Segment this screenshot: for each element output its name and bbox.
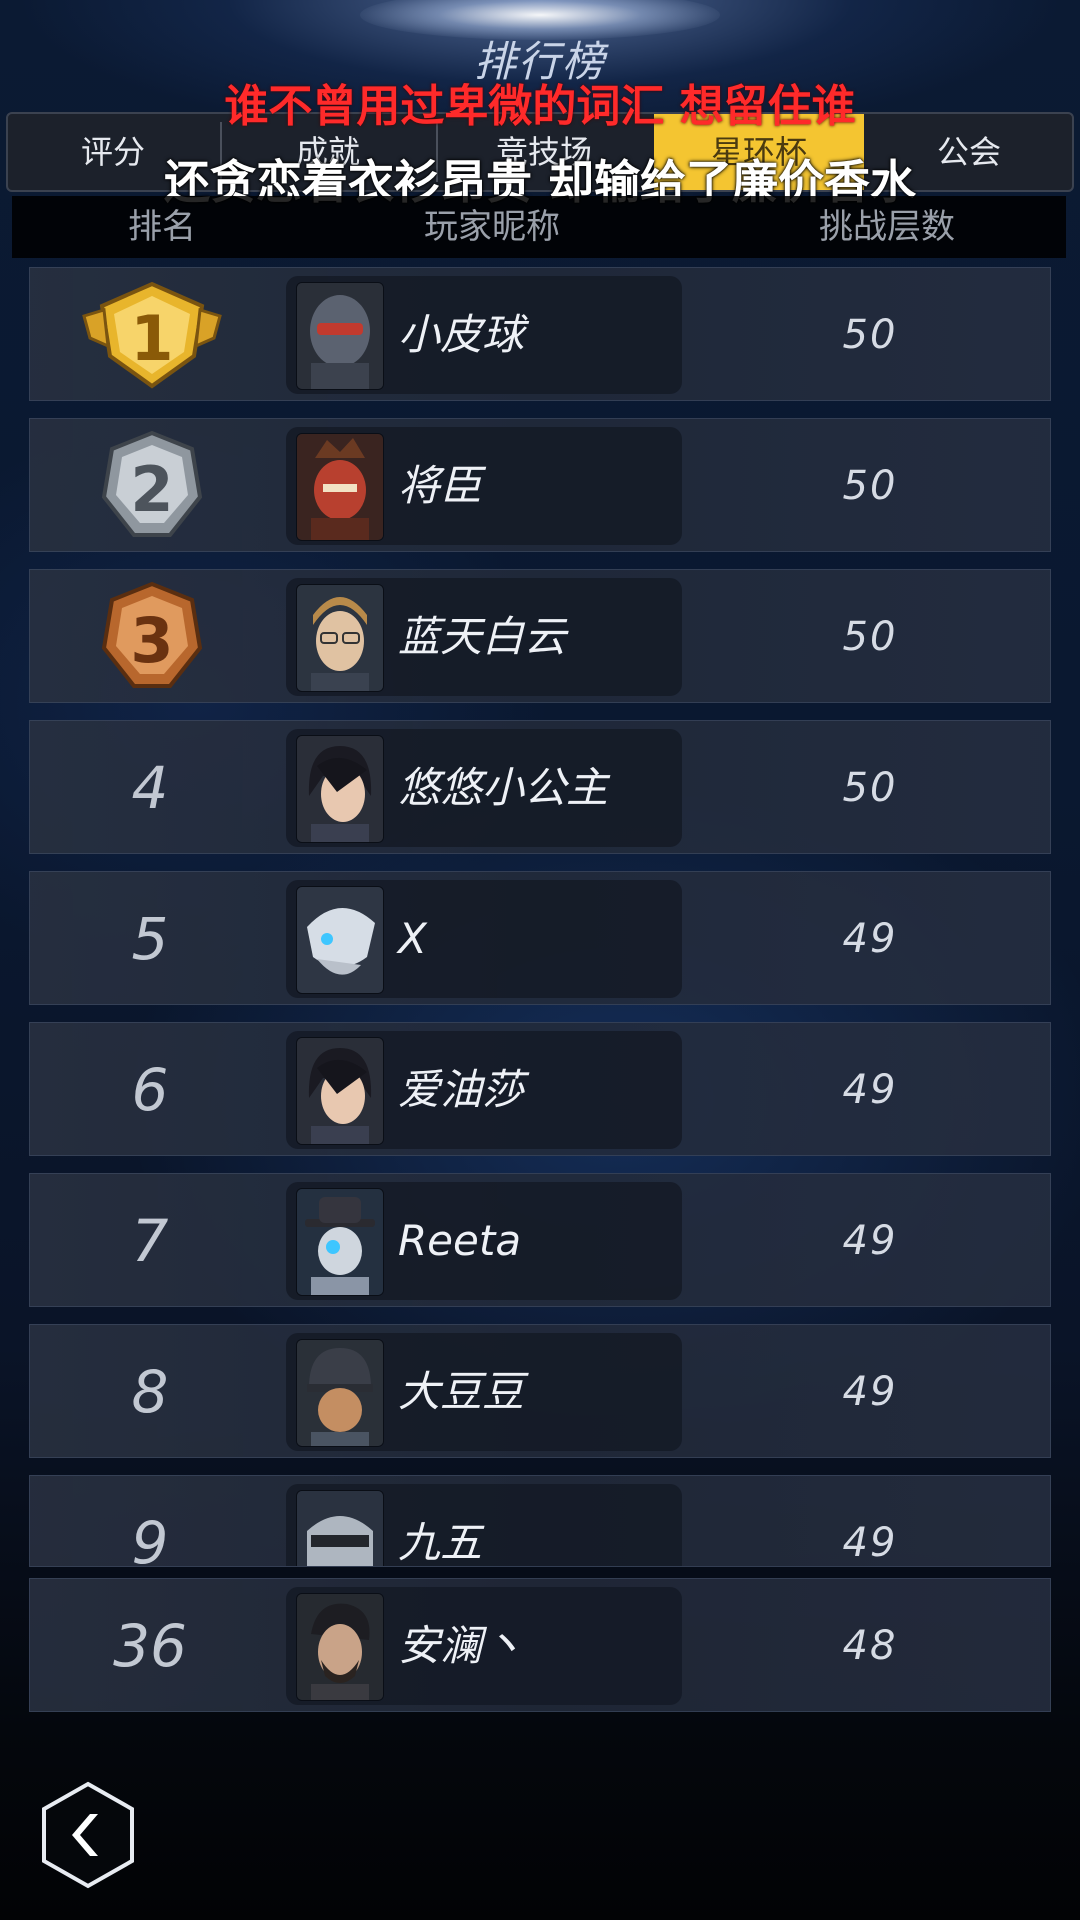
player-score: 49 [842, 1218, 898, 1264]
player-name: 大豆豆 [398, 1367, 525, 1416]
player-name: X [398, 914, 427, 963]
player-name: 九五 [398, 1518, 483, 1567]
rank-number: 5 [131, 905, 169, 973]
player-score: 49 [842, 1520, 898, 1566]
leaderboard-row[interactable]: 2 将臣 50 [29, 418, 1051, 552]
leaderboard-row[interactable]: 7 Reeta 49 [29, 1173, 1051, 1307]
player-name: 悠悠小公主 [398, 763, 609, 812]
white-helmet-avatar [296, 886, 384, 994]
rank-number: 36 [113, 1612, 187, 1680]
svg-text:2: 2 [130, 453, 173, 526]
player-name-box: 大豆豆 [286, 1333, 682, 1451]
leaderboard-row[interactable]: 5 X 49 [29, 871, 1051, 1005]
player-name-box: 安澜丶 [286, 1587, 682, 1705]
my-rank-row[interactable]: 36 安澜丶 48 [29, 1578, 1051, 1712]
player-name: 小皮球 [398, 310, 525, 359]
column-header-rank: 排名 [128, 207, 196, 247]
player-score: 49 [842, 1369, 898, 1415]
red-warrior-avatar [296, 433, 384, 541]
player-score: 50 [842, 614, 898, 660]
leaderboard-row[interactable]: 4 悠悠小公主 50 [29, 720, 1051, 854]
player-name: 安澜丶 [398, 1621, 525, 1670]
dark-hair-woman-avatar [296, 1037, 384, 1145]
glasses-man-avatar [296, 584, 384, 692]
back-button[interactable] [38, 1780, 138, 1890]
player-name: 将臣 [398, 461, 483, 510]
dark-hair-woman-avatar [296, 735, 384, 843]
rank-number: 7 [131, 1207, 169, 1275]
player-score: 49 [842, 1067, 898, 1113]
player-name-box: 将臣 [286, 427, 682, 545]
lyric-overlay-line-1: 谁不曾用过卑微的词汇 想留住谁 [224, 81, 856, 132]
player-name-box: 爱油莎 [286, 1031, 682, 1149]
player-name: 蓝天白云 [398, 612, 567, 661]
player-name-box: 小皮球 [286, 276, 682, 394]
robot-helmet-avatar [296, 282, 384, 390]
helmet-man-avatar [296, 1339, 384, 1447]
player-name-box: 悠悠小公主 [286, 729, 682, 847]
leaderboard-screen: 排行榜 评分 成就 竞技场 星环杯 公会 谁不曾用过卑微的词汇 想留住谁 还贪恋… [0, 0, 1080, 1920]
rank-number: 6 [131, 1056, 169, 1124]
bronze-medal-icon: 3 [101, 581, 203, 688]
leaderboard-row[interactable]: 3 蓝天白云 50 [29, 569, 1051, 703]
bearded-man-avatar [296, 1593, 384, 1701]
rank-number: 9 [131, 1509, 169, 1567]
player-score: 48 [842, 1623, 898, 1669]
leaderboard-row[interactable]: 6 爱油莎 49 [29, 1022, 1051, 1156]
leaderboard-row[interactable]: 8 大豆豆 49 [29, 1324, 1051, 1458]
player-score: 49 [842, 916, 898, 962]
gold-medal-icon: 1 [82, 281, 222, 389]
player-score: 50 [842, 765, 898, 811]
silver-medal-icon: 2 [101, 430, 203, 537]
svg-text:3: 3 [130, 604, 173, 677]
leaderboard-row[interactable]: 9 九五 49 [29, 1475, 1051, 1567]
leaderboard-row[interactable]: 1 小皮球 50 [29, 267, 1051, 401]
column-header-row: 排名 玩家昵称 挑战层数 [12, 196, 1066, 258]
column-header-nickname: 玩家昵称 [424, 207, 560, 247]
player-name-box: Reeta [286, 1182, 682, 1300]
player-score: 50 [842, 312, 898, 358]
visor-robot-avatar [296, 1490, 384, 1566]
player-name: 爱油莎 [398, 1065, 525, 1114]
fedora-robot-avatar [296, 1188, 384, 1296]
rank-number: 4 [131, 754, 169, 822]
rank-number: 8 [131, 1358, 169, 1426]
player-score: 50 [842, 463, 898, 509]
column-header-floors: 挑战层数 [819, 207, 955, 247]
player-name-box: 九五 [286, 1484, 682, 1567]
player-name-box: 蓝天白云 [286, 578, 682, 696]
svg-text:1: 1 [130, 302, 173, 375]
player-name: Reeta [398, 1216, 522, 1265]
player-name-box: X [286, 880, 682, 998]
